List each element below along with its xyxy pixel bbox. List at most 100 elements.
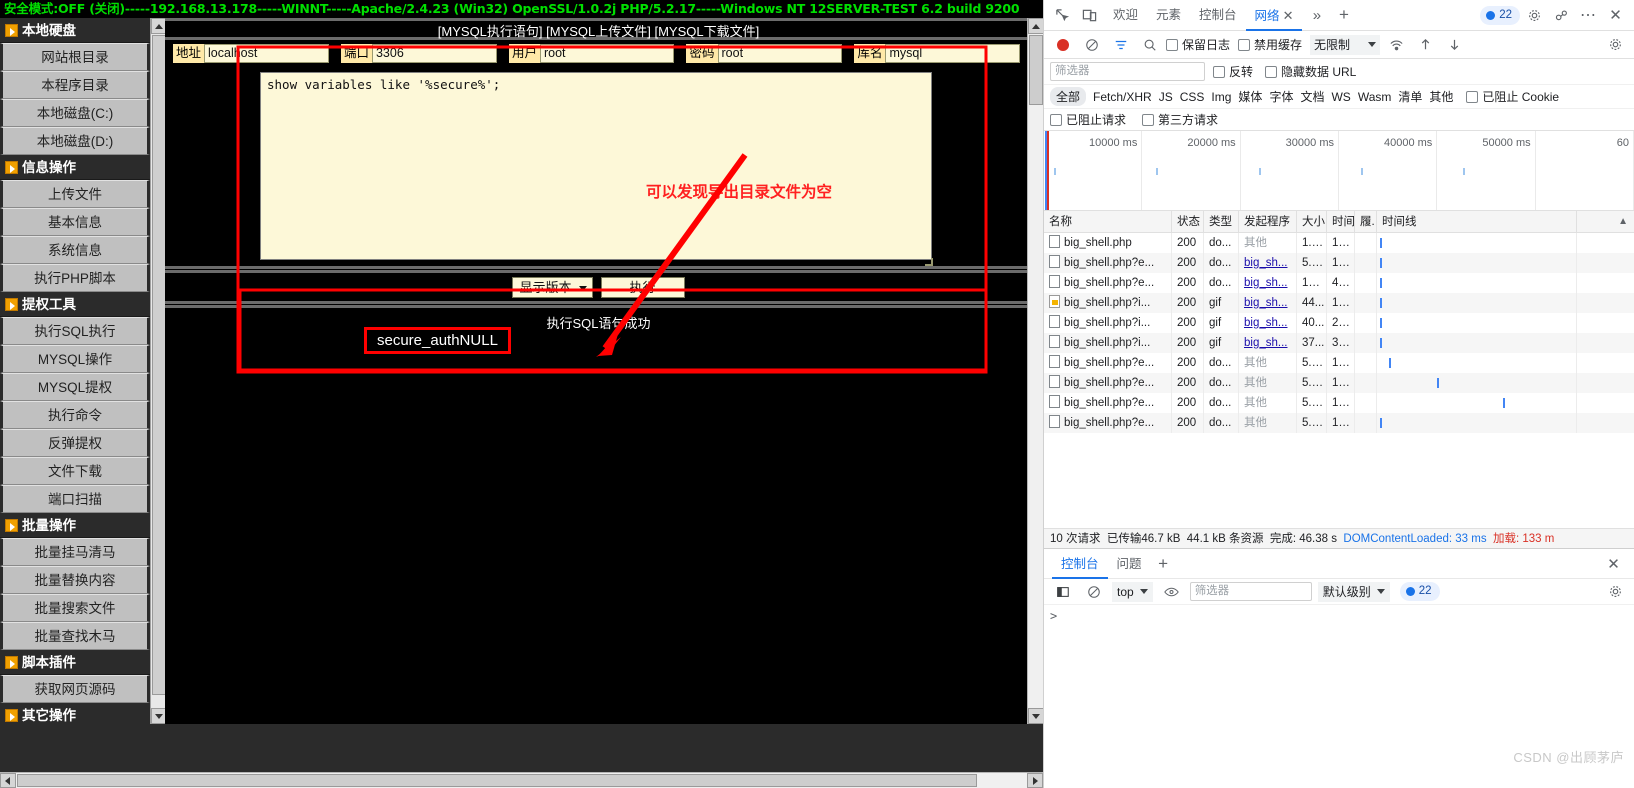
throttle-select[interactable]: 无限制	[1310, 34, 1381, 55]
table-row[interactable]: big_shell.php?i... 200 gif big_sh... 40... 22…	[1044, 313, 1634, 333]
clear-icon[interactable]	[1079, 32, 1104, 57]
drawer-tab-1[interactable]: 问题	[1108, 549, 1151, 579]
gear-icon[interactable]	[1522, 3, 1547, 28]
column-header-7[interactable]: 时间线	[1377, 210, 1577, 233]
type-filter-8[interactable]: WS	[1331, 90, 1350, 104]
page-scroll-down-button[interactable]	[1028, 708, 1043, 724]
issues-badge[interactable]: 22	[1480, 5, 1520, 25]
request-initiator-cell[interactable]: big_sh...	[1239, 313, 1297, 333]
drawer-tab-0[interactable]: 控制台	[1052, 549, 1108, 579]
request-name-cell[interactable]: big_shell.php?e...	[1044, 413, 1172, 433]
sidebar-item-12[interactable]: MYSQL操作	[0, 345, 150, 373]
request-initiator-cell[interactable]: big_sh...	[1239, 253, 1297, 273]
type-filter-2[interactable]: JS	[1159, 90, 1173, 104]
export-har-icon[interactable]	[1442, 32, 1467, 57]
inspect-element-icon[interactable]	[1050, 3, 1075, 28]
request-name-cell[interactable]: big_shell.php?i...	[1044, 293, 1172, 313]
tab-3[interactable]: 网络 ✕	[1245, 0, 1303, 31]
execute-button[interactable]: 执行	[600, 276, 685, 298]
type-filter-11[interactable]: 其他	[1429, 88, 1453, 105]
column-header-5[interactable]: 时间	[1327, 210, 1355, 233]
table-row[interactable]: big_shell.php?i... 200 gif big_sh... 37... 30…	[1044, 333, 1634, 353]
close-icon[interactable]: ✕	[1603, 3, 1628, 28]
invert-checkbox[interactable]: 反转	[1213, 63, 1253, 80]
sidebar-item-2[interactable]: 本程序目录	[0, 71, 150, 99]
sidebar-item-7[interactable]: 基本信息	[0, 208, 150, 236]
sidebar-item-11[interactable]: 执行SQL执行	[0, 317, 150, 345]
table-row[interactable]: big_shell.php?e... 200do... 其他 5.8...15 ...	[1044, 373, 1634, 393]
table-row[interactable]: big_shell.php 200do... 其他 1.9...15 ...	[1044, 233, 1634, 253]
type-filter-0[interactable]: 全部	[1050, 87, 1087, 106]
column-header-3[interactable]: 发起程序	[1239, 210, 1297, 233]
sort-ascending-icon[interactable]: ▲	[1618, 216, 1634, 227]
sidebar-group-10[interactable]: 提权工具	[0, 292, 150, 317]
plus-icon[interactable]: +	[1331, 3, 1356, 28]
page-vertical-scrollbar[interactable]	[1027, 18, 1043, 724]
sidebar-item-14[interactable]: 执行命令	[0, 401, 150, 429]
console-filter-input[interactable]: 筛选器	[1189, 582, 1312, 601]
plus-icon[interactable]: +	[1151, 551, 1176, 576]
sidebar-item-9[interactable]: 执行PHP脚本	[0, 264, 150, 292]
type-filter-9[interactable]: Wasm	[1358, 90, 1392, 104]
table-row[interactable]: big_shell.php?e... 200do... 其他 5.8...15 ...	[1044, 413, 1634, 433]
third-party-checkbox[interactable]: 第三方请求	[1142, 111, 1218, 128]
clear-console-icon[interactable]	[1081, 579, 1106, 604]
sidebar-item-6[interactable]: 上传文件	[0, 180, 150, 208]
request-name-cell[interactable]: big_shell.php?e...	[1044, 253, 1172, 273]
sidebar-item-8[interactable]: 系统信息	[0, 236, 150, 264]
console-level-select[interactable]: 默认级别	[1317, 581, 1390, 602]
sidebar-scroll-thumb[interactable]	[152, 35, 166, 695]
request-name-cell[interactable]: big_shell.php?e...	[1044, 353, 1172, 373]
disable-cache-checkbox[interactable]: 禁用缓存	[1238, 36, 1302, 53]
page-horizontal-scroll-thumb[interactable]	[17, 774, 977, 787]
record-stop-icon[interactable]	[1050, 32, 1075, 57]
more-options-icon[interactable]	[1549, 3, 1574, 28]
console-output[interactable]: >	[1044, 605, 1634, 745]
hide-data-urls-checkbox[interactable]: 隐藏数据 URL	[1265, 63, 1356, 80]
blocked-cookies-checkbox[interactable]: 已阻止 Cookie	[1466, 88, 1559, 105]
preserve-log-checkbox[interactable]: 保留日志	[1166, 36, 1230, 53]
sidebar-item-1[interactable]: 网站根目录	[0, 43, 150, 71]
console-sidebar-icon[interactable]	[1050, 579, 1075, 604]
version-select[interactable]: 显示版本	[512, 276, 593, 298]
network-conditions-icon[interactable]	[1384, 32, 1409, 57]
sidebar-group-0[interactable]: 本地硬盘	[0, 18, 150, 43]
console-issues-badge[interactable]: 22	[1399, 582, 1440, 601]
more-dots-icon[interactable]: ⋯	[1576, 3, 1601, 28]
sidebar-item-21[interactable]: 批量搜索文件	[0, 594, 150, 622]
sidebar-item-24[interactable]: 获取网页源码	[0, 675, 150, 703]
sidebar-item-13[interactable]: MYSQL提权	[0, 373, 150, 401]
conn-input-2[interactable]: root	[539, 44, 675, 63]
sidebar-item-20[interactable]: 批量替换内容	[0, 566, 150, 594]
type-filter-7[interactable]: 文档	[1300, 88, 1324, 105]
request-name-cell[interactable]: big_shell.php?e...	[1044, 373, 1172, 393]
type-filter-10[interactable]: 清单	[1398, 88, 1422, 105]
sidebar-group-23[interactable]: 脚本插件	[0, 650, 150, 675]
conn-input-4[interactable]: mysql	[885, 44, 1020, 63]
request-name-cell[interactable]: big_shell.php?e...	[1044, 393, 1172, 413]
page-vertical-scroll-thumb[interactable]	[1029, 35, 1043, 105]
table-row[interactable]: big_shell.php?e... 200 do... big_sh... 14...…	[1044, 273, 1634, 293]
tab-1[interactable]: 元素	[1147, 0, 1190, 31]
sidebar-scrollbar[interactable]	[150, 18, 167, 724]
network-filter-input[interactable]: 筛选器	[1050, 62, 1205, 81]
column-header-2[interactable]: 类型	[1204, 210, 1239, 233]
network-settings-gear-icon[interactable]	[1603, 32, 1628, 57]
column-header-1[interactable]: 状态	[1172, 210, 1204, 233]
table-row[interactable]: big_shell.php?e... 200do... 其他 5.9...15 ...	[1044, 393, 1634, 413]
tab-close-icon[interactable]: ✕	[1283, 8, 1294, 23]
sidebar-item-19[interactable]: 批量挂马清马	[0, 538, 150, 566]
request-initiator-cell[interactable]: big_sh...	[1239, 333, 1297, 353]
sidebar-item-15[interactable]: 反弹提权	[0, 429, 150, 457]
network-request-list[interactable]: big_shell.php200do...其他1.9...15 ...big_s…	[1044, 233, 1634, 528]
request-name-cell[interactable]: big_shell.php	[1044, 233, 1172, 253]
sidebar-item-16[interactable]: 文件下载	[0, 457, 150, 485]
sidebar-item-3[interactable]: 本地磁盘(C:)	[0, 99, 150, 127]
network-overview-timeline[interactable]: 10000 ms 20000 ms 30000 ms 40000 ms 50000 ms…	[1044, 131, 1634, 211]
console-settings-gear-icon[interactable]	[1603, 579, 1628, 604]
table-row[interactable]: big_shell.php?i... 200 gif big_sh... 44... 16…	[1044, 293, 1634, 313]
tab-0[interactable]: 欢迎	[1104, 0, 1147, 31]
page-scroll-up-button[interactable]	[1028, 18, 1043, 34]
search-icon[interactable]	[1137, 32, 1162, 57]
sql-query-textarea[interactable]: show variables like '%secure%';	[260, 72, 932, 260]
